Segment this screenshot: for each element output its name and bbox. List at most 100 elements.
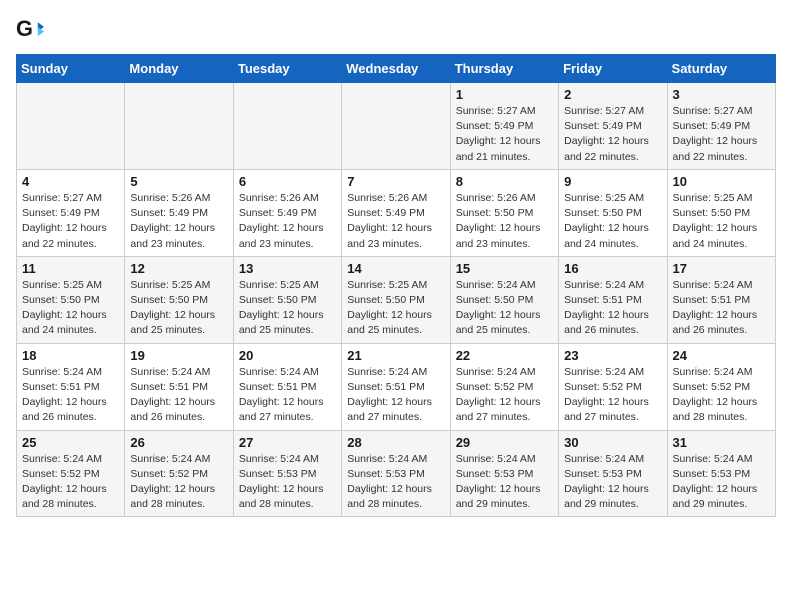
day-info: Sunrise: 5:27 AM Sunset: 5:49 PM Dayligh… [673,104,770,165]
day-number: 12 [130,261,227,276]
weekday-header-friday: Friday [559,55,667,83]
day-info: Sunrise: 5:25 AM Sunset: 5:50 PM Dayligh… [564,191,661,252]
day-info: Sunrise: 5:27 AM Sunset: 5:49 PM Dayligh… [456,104,553,165]
calendar-cell: 2 Sunrise: 5:27 AM Sunset: 5:49 PM Daylig… [559,83,667,170]
day-number: 21 [347,348,444,363]
day-info: Sunrise: 5:24 AM Sunset: 5:52 PM Dayligh… [456,365,553,426]
calendar-cell: 11 Sunrise: 5:25 AM Sunset: 5:50 PM Dayli… [17,256,125,343]
day-number: 11 [22,261,119,276]
day-info: Sunrise: 5:25 AM Sunset: 5:50 PM Dayligh… [239,278,336,339]
calendar-cell: 30 Sunrise: 5:24 AM Sunset: 5:53 PM Dayli… [559,430,667,517]
day-number: 10 [673,174,770,189]
calendar-cell [17,83,125,170]
calendar-cell: 15 Sunrise: 5:24 AM Sunset: 5:50 PM Dayli… [450,256,558,343]
calendar-table: SundayMondayTuesdayWednesdayThursdayFrid… [16,54,776,517]
weekday-header-row: SundayMondayTuesdayWednesdayThursdayFrid… [17,55,776,83]
day-number: 30 [564,435,661,450]
calendar-cell [125,83,233,170]
calendar-cell: 12 Sunrise: 5:25 AM Sunset: 5:50 PM Dayli… [125,256,233,343]
day-number: 15 [456,261,553,276]
calendar-cell: 24 Sunrise: 5:24 AM Sunset: 5:52 PM Dayli… [667,343,775,430]
day-info: Sunrise: 5:24 AM Sunset: 5:53 PM Dayligh… [347,452,444,513]
day-number: 27 [239,435,336,450]
calendar-cell: 9 Sunrise: 5:25 AM Sunset: 5:50 PM Daylig… [559,169,667,256]
day-info: Sunrise: 5:24 AM Sunset: 5:52 PM Dayligh… [673,365,770,426]
day-number: 24 [673,348,770,363]
calendar-body: 1 Sunrise: 5:27 AM Sunset: 5:49 PM Daylig… [17,83,776,517]
calendar-cell: 18 Sunrise: 5:24 AM Sunset: 5:51 PM Dayli… [17,343,125,430]
day-number: 16 [564,261,661,276]
day-info: Sunrise: 5:24 AM Sunset: 5:52 PM Dayligh… [22,452,119,513]
svg-text:G: G [16,16,33,41]
day-number: 28 [347,435,444,450]
calendar-cell: 3 Sunrise: 5:27 AM Sunset: 5:49 PM Daylig… [667,83,775,170]
day-number: 25 [22,435,119,450]
day-number: 8 [456,174,553,189]
day-info: Sunrise: 5:24 AM Sunset: 5:51 PM Dayligh… [564,278,661,339]
calendar-cell [342,83,450,170]
day-number: 2 [564,87,661,102]
calendar-header: SundayMondayTuesdayWednesdayThursdayFrid… [17,55,776,83]
day-info: Sunrise: 5:25 AM Sunset: 5:50 PM Dayligh… [673,191,770,252]
day-number: 9 [564,174,661,189]
calendar-cell: 16 Sunrise: 5:24 AM Sunset: 5:51 PM Dayli… [559,256,667,343]
calendar-cell: 5Sunrise: 5:26 AM Sunset: 5:49 PM Daylig… [125,169,233,256]
calendar-cell: 13 Sunrise: 5:25 AM Sunset: 5:50 PM Dayli… [233,256,341,343]
calendar-week-row: 18 Sunrise: 5:24 AM Sunset: 5:51 PM Dayli… [17,343,776,430]
day-number: 17 [673,261,770,276]
day-info: Sunrise: 5:24 AM Sunset: 5:53 PM Dayligh… [673,452,770,513]
day-info: Sunrise: 5:27 AM Sunset: 5:49 PM Dayligh… [22,191,119,252]
calendar-cell: 21 Sunrise: 5:24 AM Sunset: 5:51 PM Dayli… [342,343,450,430]
calendar-cell: 20Sunrise: 5:24 AM Sunset: 5:51 PM Dayli… [233,343,341,430]
day-info: Sunrise: 5:27 AM Sunset: 5:49 PM Dayligh… [564,104,661,165]
day-number: 1 [456,87,553,102]
day-info: Sunrise: 5:24 AM Sunset: 5:50 PM Dayligh… [456,278,553,339]
day-number: 29 [456,435,553,450]
day-info: Sunrise: 5:24 AM Sunset: 5:53 PM Dayligh… [564,452,661,513]
weekday-header-thursday: Thursday [450,55,558,83]
day-number: 20 [239,348,336,363]
weekday-header-sunday: Sunday [17,55,125,83]
day-info: Sunrise: 5:25 AM Sunset: 5:50 PM Dayligh… [130,278,227,339]
calendar-cell: 17Sunrise: 5:24 AM Sunset: 5:51 PM Dayli… [667,256,775,343]
calendar-week-row: 25 Sunrise: 5:24 AM Sunset: 5:52 PM Dayli… [17,430,776,517]
day-number: 14 [347,261,444,276]
logo-icon: G [16,16,44,44]
calendar-cell: 8Sunrise: 5:26 AM Sunset: 5:50 PM Daylig… [450,169,558,256]
day-info: Sunrise: 5:24 AM Sunset: 5:51 PM Dayligh… [22,365,119,426]
calendar-cell: 26 Sunrise: 5:24 AM Sunset: 5:52 PM Dayli… [125,430,233,517]
calendar-cell: 4 Sunrise: 5:27 AM Sunset: 5:49 PM Daylig… [17,169,125,256]
calendar-cell: 28 Sunrise: 5:24 AM Sunset: 5:53 PM Dayli… [342,430,450,517]
calendar-cell: 7Sunrise: 5:26 AM Sunset: 5:49 PM Daylig… [342,169,450,256]
day-info: Sunrise: 5:24 AM Sunset: 5:53 PM Dayligh… [456,452,553,513]
day-info: Sunrise: 5:24 AM Sunset: 5:52 PM Dayligh… [130,452,227,513]
logo: G [16,16,48,44]
day-number: 22 [456,348,553,363]
day-info: Sunrise: 5:25 AM Sunset: 5:50 PM Dayligh… [22,278,119,339]
calendar-cell: 14Sunrise: 5:25 AM Sunset: 5:50 PM Dayli… [342,256,450,343]
weekday-header-wednesday: Wednesday [342,55,450,83]
day-number: 4 [22,174,119,189]
calendar-cell: 22 Sunrise: 5:24 AM Sunset: 5:52 PM Dayli… [450,343,558,430]
day-number: 13 [239,261,336,276]
day-number: 26 [130,435,227,450]
calendar-cell: 23Sunrise: 5:24 AM Sunset: 5:52 PM Dayli… [559,343,667,430]
calendar-week-row: 11 Sunrise: 5:25 AM Sunset: 5:50 PM Dayli… [17,256,776,343]
day-info: Sunrise: 5:24 AM Sunset: 5:53 PM Dayligh… [239,452,336,513]
day-info: Sunrise: 5:26 AM Sunset: 5:49 PM Dayligh… [130,191,227,252]
calendar-week-row: 1 Sunrise: 5:27 AM Sunset: 5:49 PM Daylig… [17,83,776,170]
day-info: Sunrise: 5:24 AM Sunset: 5:52 PM Dayligh… [564,365,661,426]
calendar-cell: 6Sunrise: 5:26 AM Sunset: 5:49 PM Daylig… [233,169,341,256]
calendar-cell [233,83,341,170]
calendar-cell: 25 Sunrise: 5:24 AM Sunset: 5:52 PM Dayli… [17,430,125,517]
day-info: Sunrise: 5:24 AM Sunset: 5:51 PM Dayligh… [130,365,227,426]
day-number: 19 [130,348,227,363]
day-number: 31 [673,435,770,450]
calendar-cell: 29 Sunrise: 5:24 AM Sunset: 5:53 PM Dayli… [450,430,558,517]
day-number: 3 [673,87,770,102]
calendar-cell: 10 Sunrise: 5:25 AM Sunset: 5:50 PM Dayli… [667,169,775,256]
calendar-cell: 1 Sunrise: 5:27 AM Sunset: 5:49 PM Daylig… [450,83,558,170]
day-number: 18 [22,348,119,363]
day-number: 6 [239,174,336,189]
day-info: Sunrise: 5:24 AM Sunset: 5:51 PM Dayligh… [347,365,444,426]
